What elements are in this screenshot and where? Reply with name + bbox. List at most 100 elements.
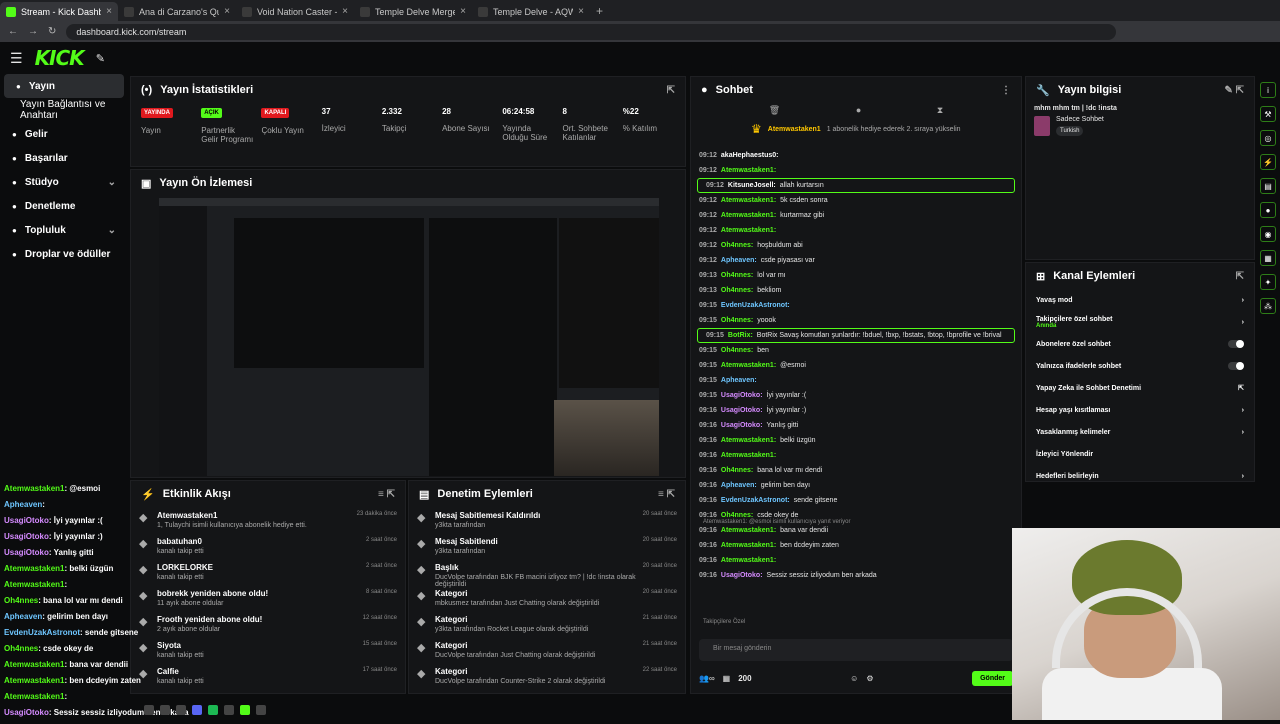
message-user[interactable]: Atemwastaken1: <box>721 452 776 459</box>
message-user[interactable]: KitsuneJosell: <box>728 182 776 189</box>
trash-icon[interactable]: 🗑 <box>769 105 780 116</box>
message-user[interactable]: EvdenUzakAstronot: <box>721 497 790 504</box>
message-user[interactable]: UsagiOtoko: <box>721 572 763 579</box>
message-user[interactable]: BotRix: <box>728 332 753 339</box>
browser-tab[interactable]: Stream - Kick Dashboard × <box>0 2 118 21</box>
message-user[interactable]: Atemwastaken1: <box>721 212 776 219</box>
message-user[interactable]: Atemwastaken1: <box>721 542 776 549</box>
taskbar-app-icon[interactable] <box>144 705 154 715</box>
message-user[interactable]: Oh4nnes: <box>721 347 753 354</box>
channel-action[interactable]: Takipçilere özel sohbet Anında › <box>1026 311 1254 333</box>
chat-input[interactable]: Bir mesaj gönderin <box>699 639 1013 661</box>
channel-action[interactable]: Yapay Zeka ile Sohbet Denetimi ⇱ <box>1026 377 1254 399</box>
pin-icon[interactable]: ✎ <box>96 52 105 65</box>
channel-action[interactable]: Yalnızca ifadelerle sohbet <box>1026 355 1254 377</box>
tool-icon[interactable]: ✦ <box>1260 274 1276 290</box>
message-user[interactable]: Apheaven: <box>721 377 757 384</box>
message-user[interactable]: Atemwastaken1: <box>721 557 776 564</box>
kick-logo[interactable]: KICK <box>35 46 85 70</box>
close-icon[interactable]: × <box>460 6 466 17</box>
edit-icon[interactable]: ✎ ⇱ <box>1224 85 1244 96</box>
message-user[interactable]: Oh4nnes: <box>721 512 753 519</box>
browser-tab[interactable]: Ana di Carzano's Quests - AQW × <box>118 2 236 21</box>
channel-action[interactable]: Hesap yaşı kısıtlaması › <box>1026 399 1254 421</box>
message-user[interactable]: UsagiOtoko: <box>721 407 763 414</box>
new-tab-icon[interactable]: + <box>596 4 603 18</box>
message-user[interactable]: akaHephaestus0: <box>721 152 779 159</box>
message-user[interactable]: Oh4nnes: <box>721 317 753 324</box>
browser-tab[interactable]: Temple Delve - AQW × <box>472 2 590 21</box>
camera-icon[interactable]: ◎ <box>1260 130 1276 146</box>
sidebar-item[interactable]: ● Gelir <box>0 122 128 146</box>
bolt-icon[interactable]: ⚡ <box>1260 154 1276 170</box>
stream-preview-video[interactable] <box>159 198 659 476</box>
taskbar-app-icon[interactable] <box>160 705 170 715</box>
emote-icon[interactable]: ☺ <box>850 674 858 683</box>
filter-icon[interactable]: ≡ ⇱ <box>378 489 395 500</box>
message-user[interactable]: Apheaven: <box>721 257 757 264</box>
sidebar-item[interactable]: ● Droplar ve ödüller <box>0 242 128 266</box>
settings-icon[interactable]: ⚙ <box>866 674 873 683</box>
message-user[interactable]: Oh4nnes: <box>721 272 753 279</box>
sidebar-item[interactable]: ● Stüdyo ⌄ <box>0 170 128 194</box>
message-user[interactable]: EvdenUzakAstronot: <box>721 302 790 309</box>
url-field[interactable]: dashboard.kick.com/stream <box>66 23 1117 40</box>
sidebar-item[interactable]: ● Topluluk ⌄ <box>0 218 128 242</box>
back-icon[interactable]: ← <box>8 26 18 37</box>
forward-icon[interactable]: → <box>28 26 38 37</box>
taskbar-app-icon[interactable] <box>192 705 202 715</box>
taskbar-app-icon[interactable] <box>176 705 186 715</box>
channel-action[interactable]: İzleyici Yönlendir <box>1026 443 1254 465</box>
more-icon[interactable]: ⋮ <box>1001 85 1011 96</box>
taskbar-app-icon[interactable] <box>256 705 266 715</box>
taskbar-app-icon[interactable] <box>224 705 234 715</box>
message-user[interactable]: Atemwastaken1: <box>721 362 776 369</box>
close-icon[interactable]: × <box>106 6 112 17</box>
channel-action[interactable]: Hedefleri belirleyin › <box>1026 465 1254 487</box>
bubble-icon[interactable]: ● <box>856 105 861 116</box>
chat-icon[interactable]: ● <box>1260 202 1276 218</box>
message-user[interactable]: Atemwastaken1: <box>721 227 776 234</box>
message-user[interactable]: Atemwastaken1: <box>721 197 776 204</box>
message-user[interactable]: Oh4nnes: <box>721 242 753 249</box>
message-user[interactable]: Oh4nnes: <box>721 467 753 474</box>
filter-icon[interactable]: ≡ ⇱ <box>658 489 675 500</box>
more-icon[interactable]: ⁂ <box>1260 298 1276 314</box>
close-icon[interactable]: × <box>578 6 584 17</box>
wrench-icon[interactable]: ⚒ <box>1260 106 1276 122</box>
channel-action[interactable]: Abonelere özel sohbet <box>1026 333 1254 355</box>
doc-icon[interactable]: ▤ <box>1260 178 1276 194</box>
grid-icon[interactable]: ▦ <box>1260 250 1276 266</box>
browser-tab[interactable]: Void Nation Caster - AQW × <box>236 2 354 21</box>
toggle-switch[interactable] <box>1228 362 1244 370</box>
sidebar-item[interactable]: ● Başarılar <box>0 146 128 170</box>
message-user[interactable]: UsagiOtoko: <box>721 392 763 399</box>
message-user[interactable]: Atemwastaken1: <box>721 167 776 174</box>
info-icon[interactable]: i <box>1260 82 1276 98</box>
message-user[interactable]: Oh4nnes: <box>721 287 753 294</box>
sidebar-item[interactable]: ● Denetleme <box>0 194 128 218</box>
channel-action[interactable]: Yasaklanmış kelimeler › <box>1026 421 1254 443</box>
sidebar-item[interactable]: ● Yayın <box>4 74 124 98</box>
message-user[interactable]: UsagiOtoko: <box>721 422 763 429</box>
menu-icon[interactable]: ☰ <box>10 50 23 67</box>
broadcast-icon[interactable]: ◉ <box>1260 226 1276 242</box>
browser-tab[interactable]: Temple Delve Merge - AQW × <box>354 2 472 21</box>
overlay-user: UsagiOtoko <box>4 708 49 717</box>
sidebar-item[interactable]: Yayın Bağlantısı ve Anahtarı <box>0 98 128 122</box>
popout-icon[interactable]: ⇱ <box>667 85 675 96</box>
close-icon[interactable]: × <box>224 6 230 17</box>
popout-icon[interactable]: ⇱ <box>1236 271 1244 282</box>
toggle-switch[interactable] <box>1228 340 1244 348</box>
taskbar-app-icon[interactable] <box>208 705 218 715</box>
hourglass-icon[interactable]: ⧗ <box>937 105 943 116</box>
channel-action[interactable]: Yavaş mod › <box>1026 289 1254 311</box>
message-user[interactable]: Apheaven: <box>721 482 757 489</box>
send-button[interactable]: Gönder <box>972 670 1013 686</box>
reload-icon[interactable]: ↻ <box>48 26 56 37</box>
close-icon[interactable]: × <box>342 6 348 17</box>
sidebar-item-label: Denetleme <box>24 200 76 212</box>
message-user[interactable]: Atemwastaken1: <box>721 437 776 444</box>
message-user[interactable]: Atemwastaken1: <box>721 527 776 534</box>
taskbar-app-icon[interactable] <box>240 705 250 715</box>
